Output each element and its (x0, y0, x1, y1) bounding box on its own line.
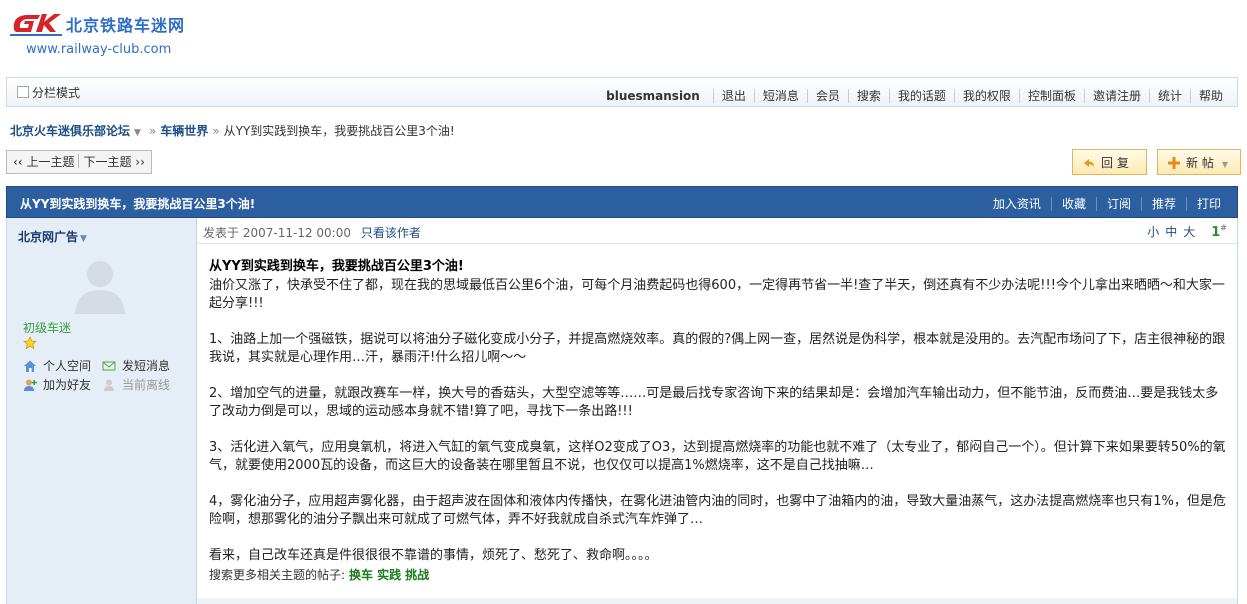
my-topics-link[interactable]: 我的话题 (888, 89, 954, 103)
subscribe-link[interactable]: 订阅 (1095, 197, 1141, 211)
favorite-link[interactable]: 收藏 (1050, 197, 1096, 211)
user-nav: bluesmansion 退出 短消息 会员 搜索 我的话题 我的权限 控制面板 邀请注册 统计帮… (598, 87, 1231, 104)
new-post-label: 新 帖 (1186, 156, 1214, 170)
breadcrumb-separator: » (148, 124, 157, 138)
author-sidebar: 北京网广告 ▼ 初级车迷 个人空间 发短消息 加为好友 当前离线 (7, 218, 197, 604)
post: 北京网广告 ▼ 初级车迷 个人空间 发短消息 加为好友 当前离线 发表于 2007… (6, 218, 1238, 604)
chevron-down-icon[interactable]: ▼ (134, 128, 141, 138)
author-rank: 初级车迷 (23, 321, 72, 335)
author-name-text[interactable]: 北京网广告 (18, 230, 78, 244)
site-logo[interactable]: 北京铁路车迷网 www.railway-club.com (10, 10, 210, 60)
online-status-label: 当前离线 (122, 378, 171, 392)
font-small-button[interactable]: 小 (1147, 225, 1159, 239)
font-medium-button[interactable]: 中 (1165, 225, 1177, 239)
related-tag[interactable]: 换车 (349, 568, 373, 582)
control-panel-link[interactable]: 控制面板 (1018, 89, 1084, 103)
post-paragraph: 看来，自己改车还真是件很很很不靠谱的事情，烦死了、愁死了、救命啊。。。。 (209, 548, 658, 563)
post-footer-bar (197, 598, 1237, 604)
messages-link[interactable]: 短消息 (753, 89, 807, 103)
post-title: 从YY到实践到换车，我要挑战百公里3个油! (209, 259, 464, 274)
thread-header: 从YY到实践到换车，我要挑战百公里3个油! 加入资讯 收藏 订阅 推荐 打印 (6, 186, 1238, 218)
breadcrumb-thread: 从YY到实践到换车，我要挑战百公里3个油! (223, 124, 455, 138)
new-post-button[interactable]: 新 帖 ▼ (1157, 149, 1241, 175)
online-status: 当前离线 (102, 376, 170, 393)
prev-arrow-icon: ‹‹ (13, 155, 23, 169)
search-link[interactable]: 搜索 (847, 89, 889, 103)
related-tag[interactable]: 挑战 (405, 568, 429, 582)
pager-divider (78, 154, 80, 168)
posted-time: 2007-11-12 00:00 (242, 226, 351, 240)
reply-label: 回 复 (1101, 156, 1129, 170)
chevron-down-icon[interactable]: ▼ (80, 234, 87, 244)
thread-tools: 加入资讯 收藏 订阅 推荐 打印 (983, 195, 1231, 212)
font-large-button[interactable]: 大 (1183, 225, 1195, 239)
author-only-link[interactable]: 只看该作者 (361, 226, 421, 240)
post-paragraph: 3、活化进入氧气，应用臭氧机，将进入气缸的氧气变成臭氧，这样O2变成了O3，达到… (209, 440, 1226, 473)
post-paragraph: 油价又涨了，快承受不住了都，现在我的思域最低百公里6个油，可每个月油费起码也得6… (209, 278, 1225, 311)
prev-topic-link[interactable]: 上一主题 (26, 155, 74, 169)
reply-button[interactable]: 回 复 (1072, 149, 1147, 175)
reply-icon (1084, 159, 1094, 167)
split-mode-toggle[interactable]: 分栏模式 (17, 84, 80, 101)
chevron-down-icon[interactable]: ▼ (1222, 160, 1228, 169)
site-url: www.railway-club.com (26, 42, 172, 57)
post-paragraph: 4，雾化油分子，应用超声雾化器，由于超声波在固体和液体内传播快，在雾化进油管内油… (209, 494, 1226, 527)
logout-link[interactable]: 退出 (712, 89, 754, 103)
breadcrumb-forum[interactable]: 北京火车迷俱乐部论坛 (10, 124, 130, 138)
home-icon (24, 360, 36, 372)
profile-label: 个人空间 (43, 359, 92, 373)
breadcrumb-section[interactable]: 车辆世界 (160, 124, 208, 138)
avatar[interactable] (69, 254, 131, 316)
gk-logo-icon (10, 14, 62, 36)
envelope-icon (102, 361, 116, 371)
split-mode-checkbox[interactable] (17, 86, 29, 98)
floor-hash: # (1220, 223, 1227, 233)
meta-divider (197, 243, 1237, 244)
profile-link[interactable]: 个人空间 (23, 357, 91, 374)
related-topics: 搜索更多相关主题的帖子: 换车 实践 挑战 (209, 566, 429, 583)
username-link[interactable]: bluesmansion (598, 89, 713, 103)
breadcrumb-separator: » (212, 124, 220, 138)
posted-label: 发表于 (203, 226, 240, 240)
send-message-link[interactable]: 发短消息 (102, 357, 170, 374)
add-user-icon (24, 379, 37, 391)
related-label: 搜索更多相关主题的帖子: (209, 568, 346, 582)
breadcrumb: 北京火车迷俱乐部论坛 ▼» 车辆世界» 从YY到实践到换车，我要挑战百公里3个油! (10, 122, 455, 139)
font-size-controls: 小中大 1# (1141, 223, 1227, 240)
related-tag[interactable]: 实践 (377, 568, 401, 582)
post-paragraph: 2、增加空气的进量，就跟改赛车一样，换大号的香菇头，大型空滤等等……可是最后找专… (209, 386, 1219, 419)
floor-number[interactable]: 1# (1205, 223, 1227, 240)
floor-number-text: 1 (1211, 225, 1221, 240)
members-link[interactable]: 会员 (806, 89, 848, 103)
print-link[interactable]: 打印 (1185, 197, 1231, 211)
post-content: 发表于 2007-11-12 00:00 只看该作者 小中大 1# 从YY到实践到… (197, 218, 1237, 604)
star-icon (23, 336, 37, 350)
add-to-news-link[interactable]: 加入资讯 (983, 197, 1051, 211)
add-friend-link[interactable]: 加为好友 (23, 376, 91, 393)
author-name[interactable]: 北京网广告 ▼ (18, 228, 87, 245)
stats-link[interactable]: 统计 (1148, 89, 1190, 103)
offline-user-icon (104, 379, 114, 391)
add-friend-label: 加为好友 (43, 378, 92, 392)
top-bar: 分栏模式 bluesmansion 退出 短消息 会员 搜索 我的话题 我的权限 控制面板 邀请… (6, 77, 1238, 107)
split-mode-label: 分栏模式 (32, 86, 81, 100)
send-message-label: 发短消息 (122, 359, 171, 373)
invite-register-link[interactable]: 邀请注册 (1083, 89, 1149, 103)
recommend-link[interactable]: 推荐 (1140, 197, 1186, 211)
my-permissions-link[interactable]: 我的权限 (953, 89, 1019, 103)
next-arrow-icon: ›› (135, 155, 145, 169)
post-body: 油价又涨了，快承受不住了都，现在我的思域最低百公里6个油，可每个月油费起码也得6… (209, 277, 1229, 583)
next-topic-link[interactable]: 下一主题 (83, 155, 131, 169)
site-name: 北京铁路车迷网 (66, 16, 186, 35)
post-meta: 发表于 2007-11-12 00:00 只看该作者 (203, 224, 421, 241)
thread-title: 从YY到实践到换车，我要挑战百公里3个油! (20, 197, 256, 211)
plus-icon (1168, 157, 1180, 169)
topic-pager: ‹‹ 上一主题 下一主题 ›› (6, 150, 152, 174)
post-paragraph: 1、油路上加一个强磁铁，据说可以将油分子磁化变成小分子，并提高燃烧效率。真的假的… (209, 332, 1226, 365)
help-link[interactable]: 帮助 (1189, 89, 1231, 103)
